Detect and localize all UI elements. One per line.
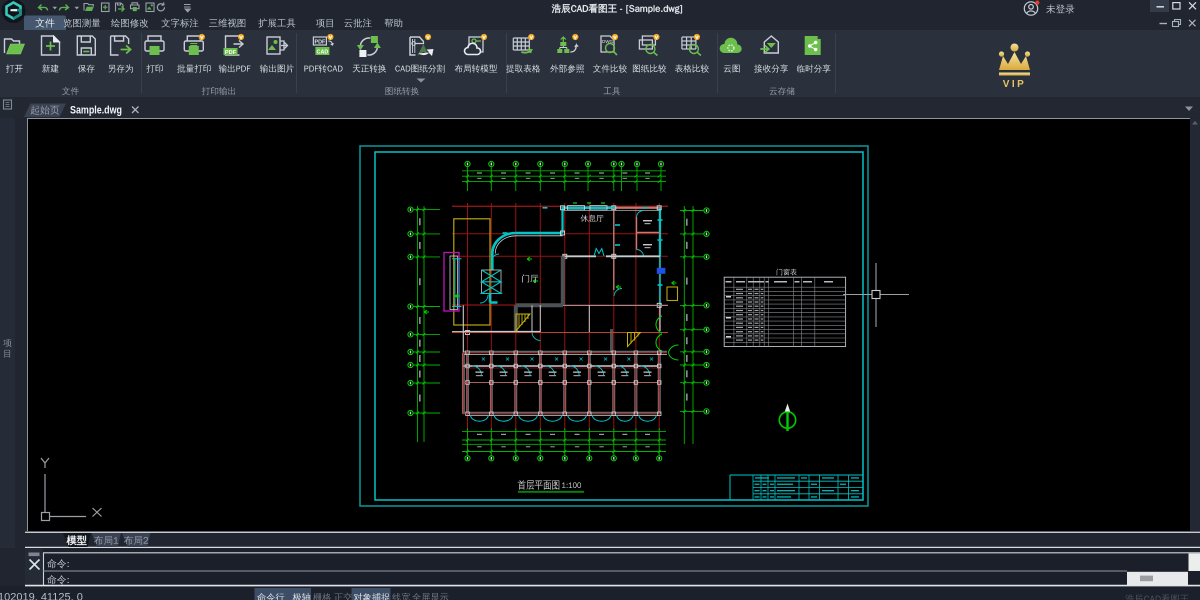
- svg-text:102019, 41125, 0: 102019, 41125, 0: [0, 592, 83, 600]
- svg-text:PDF: PDF: [225, 50, 237, 56]
- svg-text:PDF: PDF: [315, 40, 326, 46]
- svg-text:Sample.dwg: Sample.dwg: [70, 104, 122, 116]
- svg-text:CAD: CAD: [317, 50, 329, 56]
- svg-text:VIP: VIP: [1003, 79, 1027, 90]
